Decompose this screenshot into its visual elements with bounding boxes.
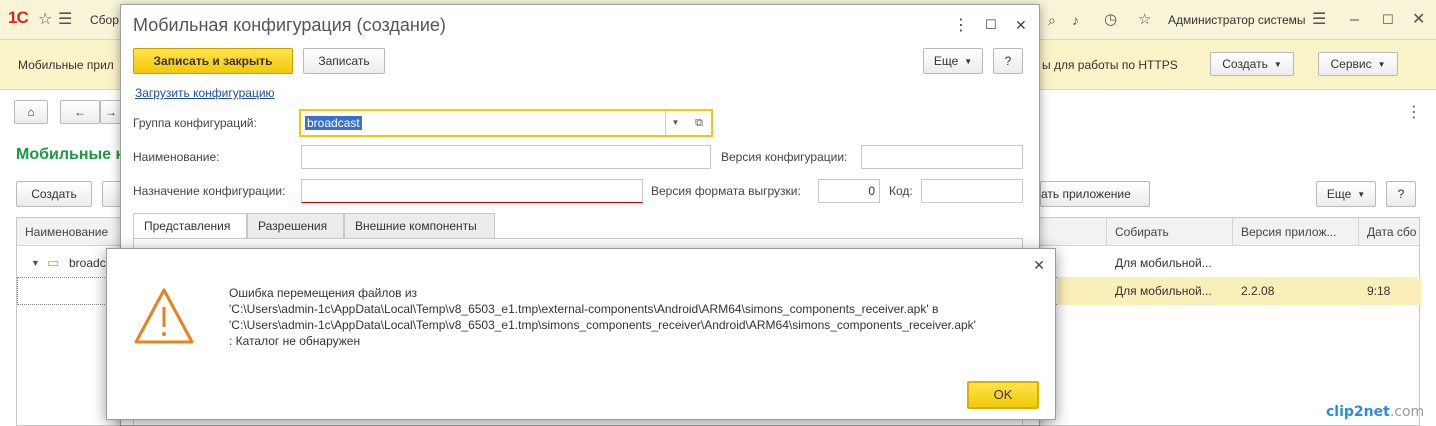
- 1c-logo: 1С: [8, 8, 29, 27]
- row-build: Для мобильной...: [1107, 277, 1233, 305]
- dropdown-arrow-icon[interactable]: ▼: [665, 111, 685, 135]
- group-label: Группа конфигураций:: [133, 116, 257, 130]
- message-close-icon[interactable]: ✕: [1033, 257, 1045, 274]
- row-selection-fill: [1057, 277, 1107, 305]
- message-line: 'C:\Users\admin-1c\AppData\Local\Temp\v8…: [229, 318, 976, 332]
- dialog-maximize-icon[interactable]: ☐: [985, 17, 997, 33]
- forward-arrow-icon: →: [105, 105, 117, 119]
- back-button[interactable]: ←: [60, 100, 100, 124]
- list-copy-button[interactable]: [102, 181, 122, 207]
- create-menu-button[interactable]: Создать ▼: [1210, 52, 1294, 76]
- load-configuration-link[interactable]: Загрузить конфигурацию: [135, 86, 275, 100]
- notifications-bell-icon[interactable]: ♪: [1072, 10, 1079, 30]
- favorites-star-icon[interactable]: ☆: [38, 10, 52, 30]
- error-message-box: ✕ Ошибка перемещения файлов из 'C:\Users…: [106, 248, 1056, 420]
- code-label: Код:: [889, 184, 913, 198]
- purpose-label: Назначение конфигурации:: [133, 184, 286, 198]
- save-and-close-button[interactable]: Записать и закрыть: [133, 48, 293, 74]
- current-user[interactable]: Администратор системы: [1168, 13, 1306, 27]
- minimize-icon[interactable]: –: [1350, 10, 1359, 30]
- back-arrow-icon: ←: [74, 105, 86, 119]
- tab-permissions[interactable]: Разрешения: [247, 213, 344, 239]
- https-label[interactable]: ы для работы по HTTPS: [1042, 58, 1178, 72]
- dialog-menu-icon[interactable]: ⋮: [953, 15, 969, 35]
- build-app-button[interactable]: ать приложение: [1040, 181, 1150, 207]
- dialog-more-button[interactable]: Еще ▼: [923, 48, 983, 74]
- history-icon[interactable]: ◷: [1104, 10, 1117, 30]
- message-line: Ошибка перемещения файлов из: [229, 286, 418, 300]
- home-button[interactable]: ⌂: [14, 100, 48, 124]
- ok-button[interactable]: OK: [967, 381, 1039, 409]
- row-version: 2.2.08: [1233, 277, 1359, 305]
- export-version-input[interactable]: 0: [818, 179, 880, 203]
- message-line: 'C:\Users\admin-1c\AppData\Local\Temp\v8…: [229, 302, 939, 316]
- settings-menu-icon[interactable]: ☰: [1312, 10, 1326, 30]
- list-help-button[interactable]: ?: [1386, 181, 1416, 207]
- dialog-title: Мобильная конфигурация (создание): [133, 15, 446, 35]
- purpose-input[interactable]: [301, 179, 643, 203]
- search-icon[interactable]: ⌕: [1048, 10, 1056, 30]
- group-combobox[interactable]: broadcast ▼ ⧉: [299, 109, 713, 137]
- list-more-button[interactable]: Еще ▼: [1316, 181, 1376, 207]
- code-input[interactable]: [921, 179, 1023, 203]
- save-button[interactable]: Записать: [303, 48, 385, 74]
- watermark-logo: clip2net.com: [1326, 404, 1425, 420]
- warning-icon: [134, 288, 194, 344]
- app-title: Сбор: [90, 13, 119, 27]
- forward-button[interactable]: →: [100, 100, 122, 124]
- favorites-icon[interactable]: ☆: [1138, 10, 1151, 30]
- maximize-icon[interactable]: ☐: [1382, 10, 1394, 30]
- config-version-label: Версия конфигурации:: [721, 150, 848, 164]
- folder-icon: ▭: [47, 255, 60, 270]
- group-value: broadcast: [305, 116, 362, 130]
- service-menu-button[interactable]: Сервис ▼: [1318, 52, 1398, 76]
- tab-views[interactable]: Представления: [133, 213, 247, 239]
- column-build-date[interactable]: Дата сбо: [1359, 218, 1421, 246]
- row-date: 9:18: [1359, 277, 1421, 305]
- config-version-input[interactable]: [861, 145, 1023, 169]
- home-icon: ⌂: [27, 105, 35, 119]
- dialog-close-icon[interactable]: ✕: [1015, 17, 1027, 34]
- column-build[interactable]: Собирать: [1107, 218, 1233, 246]
- name-label: Наименование:: [133, 150, 220, 164]
- tab-external-components[interactable]: Внешние компоненты: [344, 213, 495, 239]
- section-label[interactable]: Мобильные прил: [18, 58, 114, 72]
- message-line: : Каталог не обнаружен: [229, 334, 361, 348]
- open-item-icon[interactable]: ⧉: [689, 111, 709, 135]
- close-icon[interactable]: ✕: [1412, 10, 1425, 30]
- dialog-help-button[interactable]: ?: [993, 48, 1023, 74]
- list-create-button[interactable]: Создать: [16, 181, 92, 207]
- list-title: Мобильные к: [16, 146, 124, 163]
- main-menu-icon[interactable]: ☰: [58, 10, 72, 30]
- column-app-version[interactable]: Версия прилож...: [1233, 218, 1359, 246]
- export-version-label: Версия формата выгрузки:: [651, 184, 801, 198]
- row-build: Для мобильной...: [1115, 256, 1212, 270]
- name-input[interactable]: [301, 145, 711, 169]
- more-actions-icon[interactable]: ⋮: [1406, 102, 1422, 122]
